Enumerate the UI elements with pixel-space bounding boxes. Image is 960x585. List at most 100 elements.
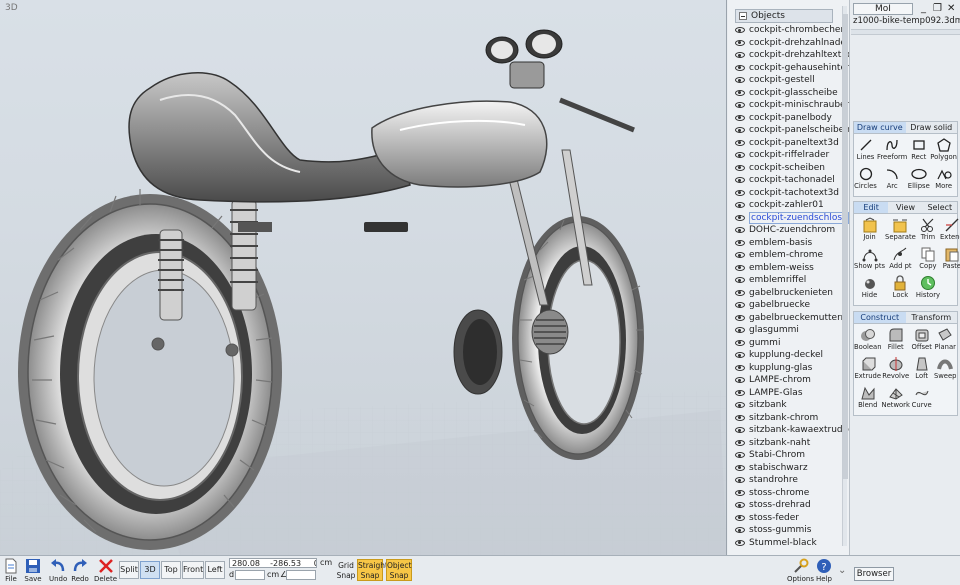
eye-icon[interactable] bbox=[735, 489, 745, 496]
separate-tool[interactable]: Separate bbox=[885, 216, 916, 245]
boolean-tool[interactable]: Boolean bbox=[854, 326, 882, 355]
eye-icon[interactable] bbox=[735, 339, 745, 346]
object-item[interactable]: emblem-basis bbox=[728, 237, 849, 250]
object-item[interactable]: kupplung-deckel bbox=[728, 349, 849, 362]
eye-icon[interactable] bbox=[735, 77, 745, 84]
object-item[interactable]: cockpit-drehzahltext3d bbox=[728, 49, 849, 62]
eye-icon[interactable] bbox=[735, 389, 745, 396]
object-item[interactable]: LAMPE-Glas bbox=[728, 387, 849, 400]
object-item[interactable]: cockpit-scheiben bbox=[728, 162, 849, 175]
lines-tool[interactable]: Lines bbox=[854, 136, 877, 165]
object-item[interactable]: kupplung-glas bbox=[728, 362, 849, 375]
eye-icon[interactable] bbox=[735, 414, 745, 421]
undo-button[interactable]: Undo bbox=[49, 557, 67, 583]
revolve-tool[interactable]: Revolve bbox=[882, 355, 910, 384]
view-top-button[interactable]: Top bbox=[161, 561, 181, 579]
fillet-tool[interactable]: Fillet bbox=[882, 326, 910, 355]
object-item[interactable]: gummi bbox=[728, 337, 849, 350]
object-item[interactable]: Stabi-Chrom bbox=[728, 449, 849, 462]
rect-tool[interactable]: Rect bbox=[907, 136, 930, 165]
eye-icon[interactable] bbox=[735, 377, 745, 384]
tab-edit[interactable]: Edit bbox=[854, 202, 889, 213]
object-item[interactable]: stoss-chrome bbox=[728, 487, 849, 500]
eye-icon[interactable] bbox=[735, 264, 745, 271]
object-item[interactable]: emblem-chrome bbox=[728, 249, 849, 262]
eye-icon[interactable] bbox=[735, 189, 745, 196]
object-item[interactable]: cockpit-zahler01 bbox=[728, 199, 849, 212]
copy-tool[interactable]: Copy bbox=[916, 245, 940, 274]
minimize-icon[interactable]: _ bbox=[921, 3, 926, 14]
eye-icon[interactable] bbox=[735, 89, 745, 96]
delete-button[interactable]: Delete bbox=[94, 557, 117, 583]
eye-icon[interactable] bbox=[735, 102, 745, 109]
objects-scrollbar[interactable] bbox=[842, 6, 848, 546]
object-item[interactable]: Stummel-black bbox=[728, 537, 849, 550]
eye-icon[interactable] bbox=[735, 327, 745, 334]
show-points-tool[interactable]: Show pts bbox=[854, 245, 885, 274]
add-point-tool[interactable]: Add pt bbox=[885, 245, 916, 274]
tab-transform[interactable]: Transform bbox=[905, 312, 957, 323]
more-tool[interactable]: More bbox=[930, 165, 957, 194]
eye-icon[interactable] bbox=[735, 477, 745, 484]
chevron-down-icon[interactable]: ⌄ bbox=[838, 565, 846, 576]
object-item[interactable]: cockpit-panelbody bbox=[728, 112, 849, 125]
arc-tool[interactable]: Arc bbox=[877, 165, 907, 194]
network-tool[interactable]: Network bbox=[882, 384, 910, 413]
distance-input[interactable] bbox=[235, 570, 265, 580]
tab-view[interactable]: View bbox=[888, 202, 923, 213]
eye-icon[interactable] bbox=[735, 227, 745, 234]
eye-icon[interactable] bbox=[735, 289, 745, 296]
eye-icon[interactable] bbox=[735, 27, 745, 34]
coordinate-input[interactable]: 280.08 -286.53 0 bbox=[229, 558, 317, 568]
object-item[interactable]: stoss-gummis bbox=[728, 524, 849, 537]
object-item[interactable]: sitzbank-chrom bbox=[728, 412, 849, 425]
eye-icon[interactable] bbox=[735, 64, 745, 71]
app-menu-button[interactable]: MoI bbox=[853, 3, 913, 15]
object-item[interactable]: gabelbrueckemuttern bbox=[728, 312, 849, 325]
object-item[interactable]: sitzbank-kawaextruded bbox=[728, 424, 849, 437]
history-tool[interactable]: History bbox=[916, 274, 940, 303]
object-item[interactable]: cockpit-tachotext3d bbox=[728, 187, 849, 200]
object-item[interactable]: cockpit-zuendschloss bbox=[728, 211, 849, 225]
angle-input[interactable] bbox=[286, 570, 316, 580]
eye-icon[interactable] bbox=[735, 139, 745, 146]
eye-icon[interactable] bbox=[735, 314, 745, 321]
freeform-tool[interactable]: Freeform bbox=[877, 136, 907, 165]
object-item[interactable]: gabelbruecke bbox=[728, 299, 849, 312]
sweep-tool[interactable]: Sweep bbox=[933, 355, 957, 384]
object-item[interactable]: cockpit-panelscheiben bbox=[728, 124, 849, 137]
view-split-button[interactable]: Split bbox=[119, 561, 139, 579]
object-item[interactable]: cockpit-minischrauben bbox=[728, 99, 849, 112]
planar-tool[interactable]: Planar bbox=[933, 326, 957, 355]
object-item[interactable]: stabischwarz bbox=[728, 462, 849, 475]
objects-header[interactable]: Objects bbox=[735, 9, 833, 23]
eye-icon[interactable] bbox=[735, 277, 745, 284]
object-item[interactable]: cockpit-riffelrader bbox=[728, 149, 849, 162]
scroll-thumb[interactable] bbox=[843, 14, 848, 479]
object-item[interactable]: stoss-drehrad bbox=[728, 499, 849, 512]
eye-icon[interactable] bbox=[735, 502, 745, 509]
object-item[interactable]: gabelbruckenieten bbox=[728, 287, 849, 300]
eye-icon[interactable] bbox=[735, 252, 745, 259]
object-item[interactable]: cockpit-gestell bbox=[728, 74, 849, 87]
view-3d-button[interactable]: 3D bbox=[140, 561, 160, 579]
tab-select[interactable]: Select bbox=[922, 202, 957, 213]
eye-icon[interactable] bbox=[735, 177, 745, 184]
extend-tool[interactable]: Extend bbox=[940, 216, 960, 245]
eye-icon[interactable] bbox=[735, 164, 745, 171]
paste-tool[interactable]: Paste bbox=[940, 245, 960, 274]
eye-icon[interactable] bbox=[735, 352, 745, 359]
join-tool[interactable]: Join bbox=[854, 216, 885, 245]
tab-draw-solid[interactable]: Draw solid bbox=[905, 122, 957, 133]
help-button[interactable]: ? Help bbox=[815, 557, 833, 583]
eye-icon[interactable] bbox=[735, 152, 745, 159]
browser-button[interactable]: Browser bbox=[854, 567, 894, 581]
lock-tool[interactable]: Lock bbox=[885, 274, 916, 303]
tab-draw-curve[interactable]: Draw curve bbox=[854, 122, 906, 133]
eye-icon[interactable] bbox=[735, 52, 745, 59]
extrude-tool[interactable]: Extrude bbox=[854, 355, 882, 384]
object-item[interactable]: cockpit-gehausehinten bbox=[728, 62, 849, 75]
object-item[interactable]: standrohre bbox=[728, 474, 849, 487]
eye-icon[interactable] bbox=[735, 539, 745, 546]
object-snap-button[interactable]: Object Snap bbox=[386, 559, 412, 581]
